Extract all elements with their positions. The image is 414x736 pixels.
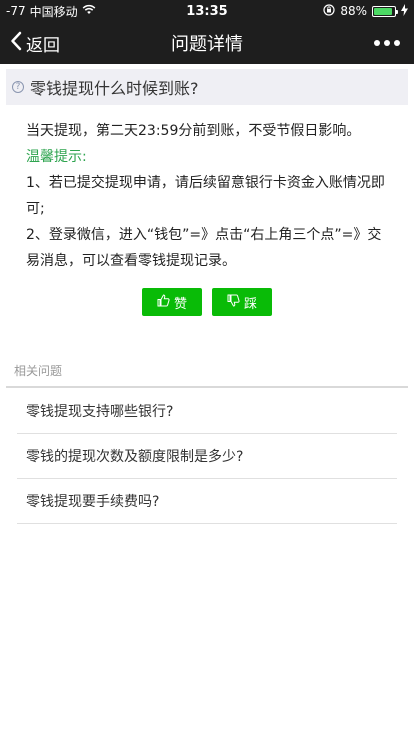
wifi-icon (82, 4, 96, 18)
status-time: 13:35 (186, 3, 228, 19)
navigation-bar: 返回 问题详情 (0, 22, 414, 64)
charging-icon (401, 3, 408, 19)
question-title: 零钱提现什么时候到账? (30, 79, 199, 98)
related-question-item[interactable]: 零钱的提现次数及额度限制是多少? (17, 434, 397, 479)
related-questions-list: 零钱提现支持哪些银行? 零钱的提现次数及额度限制是多少? 零钱提现要手续费吗? (17, 389, 397, 524)
battery-fill (374, 7, 392, 15)
status-bar-right: 88% (268, 3, 408, 19)
page-title: 问题详情 (171, 34, 243, 55)
more-button[interactable] (374, 22, 400, 64)
signal-strength: -77 (6, 4, 26, 18)
status-bar: -77 中国移动 13:35 88% (0, 0, 414, 22)
like-button[interactable]: 赞 (142, 288, 202, 316)
carrier-name: 中国移动 (29, 4, 78, 19)
back-button[interactable]: 返回 (10, 22, 60, 64)
answer-content: 当天提现，第二天23:59分前到账，不受节假日影响。 温馨提示: 1、若已提交提… (26, 118, 390, 274)
dislike-button[interactable]: 踩 (212, 288, 272, 316)
battery-icon (372, 5, 398, 17)
question-header: ? 零钱提现什么时候到账? (6, 69, 408, 105)
more-dot-icon (394, 40, 400, 46)
related-divider (6, 386, 408, 388)
back-label: 返回 (26, 35, 60, 56)
thumbs-up-icon (157, 293, 170, 311)
dislike-label: 踩 (243, 296, 257, 312)
like-label: 赞 (173, 296, 187, 312)
more-dot-icon (384, 40, 390, 46)
thumbs-down-icon (227, 294, 240, 311)
tip-item: 2、登录微信，进入“钱包”=》点击“右上角三个点”=》交易消息，可以查看零钱提现… (26, 227, 382, 269)
battery-percent: 88% (340, 4, 367, 18)
related-question-item[interactable]: 零钱提现要手续费吗? (17, 479, 397, 524)
answer-line: 当天提现，第二天23:59分前到账，不受节假日影响。 (26, 123, 361, 139)
rotation-lock-icon (323, 3, 335, 19)
more-dot-icon (374, 40, 380, 46)
tip-label: 温馨提示: (26, 149, 87, 165)
tip-item: 1、若已提交提现申请，请后续留意银行卡资金入账情况即可; (26, 175, 385, 217)
vote-bar: 赞 踩 (0, 288, 414, 316)
related-question-item[interactable]: 零钱提现支持哪些银行? (17, 389, 397, 434)
related-questions-label: 相关问题 (14, 364, 63, 378)
status-bar-left: -77 中国移动 (6, 3, 146, 20)
chevron-left-icon (10, 31, 22, 56)
question-icon: ? (12, 81, 24, 93)
